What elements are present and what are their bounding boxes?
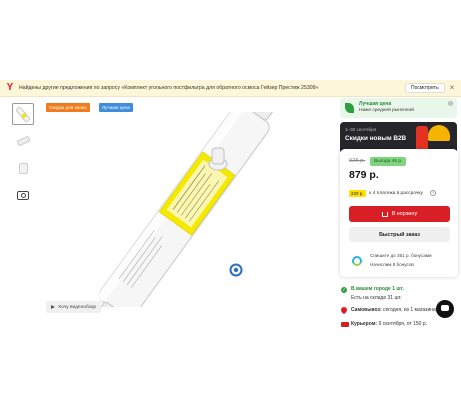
filter-thumb-icon [15,105,31,123]
bonus-spend-text: Спишите до 351 р. бонусами [370,253,432,258]
old-price: 925 р. [349,158,366,164]
pickup-text: сегодня, из 1 магазина [381,307,436,313]
current-price: 879 р. [349,169,379,181]
warehouse-stock[interactable]: Есть на складе 31 шт. [351,295,402,301]
video-review-label: Хочу видеообзор [58,304,97,310]
banner-text: Найдены другие предложения по запросу «К… [19,85,319,91]
play-icon [51,305,55,309]
courier-row[interactable]: Курьером: 9 сентября, от 150 р. [351,321,427,327]
courier-text: 9 сентября, от 150 р. [377,321,428,327]
thumbnail-1[interactable] [12,103,34,125]
close-icon[interactable]: × [450,84,455,92]
best-price-title: Лучшая цена [359,101,392,107]
photo-upload-button[interactable] [12,184,34,206]
help-icon[interactable]: ? [430,190,436,196]
add-to-cart-button[interactable]: В корзину [349,206,450,222]
info-icon[interactable]: i [448,101,453,106]
yandex-logo-icon: Y [6,82,14,93]
thumbnail-2[interactable] [12,130,34,152]
helmet-icon [428,125,450,141]
part-thumb-icon [18,162,28,174]
fire-extinguisher-icon [416,126,428,150]
thumbnail-3[interactable] [12,157,34,179]
pickup-row[interactable]: Самовывоз: сегодня, из 1 магазина [351,307,436,313]
bonus-icon [352,256,362,266]
bonus-earn-text: Начислим 8 бонусов [370,262,414,267]
best-price-subtitle: Ниже средней рыночной [359,108,414,113]
promo-date: 1–30 сентября [345,127,377,132]
installment-text[interactable]: x 4 платежа в рассрочку [369,191,423,196]
city-stock: В вашем городе 1 шт. [351,286,404,292]
view-button[interactable]: Посмотреть [405,83,445,93]
video-review-button[interactable]: Хочу видеообзор [46,301,102,313]
cart-icon [381,211,388,217]
savings-badge: Выгода 46 р. [370,157,407,166]
price-card: 925 р. Выгода 46 р. 879 р. 220 р. x 4 пл… [340,149,458,277]
add-to-cart-label: В корзину [391,211,418,217]
pickup-label: Самовывоз: [351,307,382,313]
truck-icon [341,322,349,327]
installment-badge: 220 р. [349,190,366,197]
search-suggestion-banner: Y Найдены другие предложения по запросу … [0,80,461,97]
camera-icon [17,190,29,200]
courier-label: Курьером: [351,321,378,327]
check-icon: ✓ [341,287,347,293]
promo-title: Скидки новым B2B [345,135,407,142]
best-price-tag: Лучшая цена [99,103,133,112]
best-price-box: Лучшая цена Ниже средней рыночной i [340,98,457,118]
thumbnail-list [12,103,36,211]
pickup-pin-icon [339,305,349,315]
leaf-icon [345,103,354,113]
quick-order-button[interactable]: Быстрый заказ [349,227,450,242]
product-image[interactable] [50,112,340,307]
fitting-thumb-icon [15,135,31,147]
chat-button[interactable] [436,300,454,318]
sale-tag: Скидка для своих [46,103,90,112]
